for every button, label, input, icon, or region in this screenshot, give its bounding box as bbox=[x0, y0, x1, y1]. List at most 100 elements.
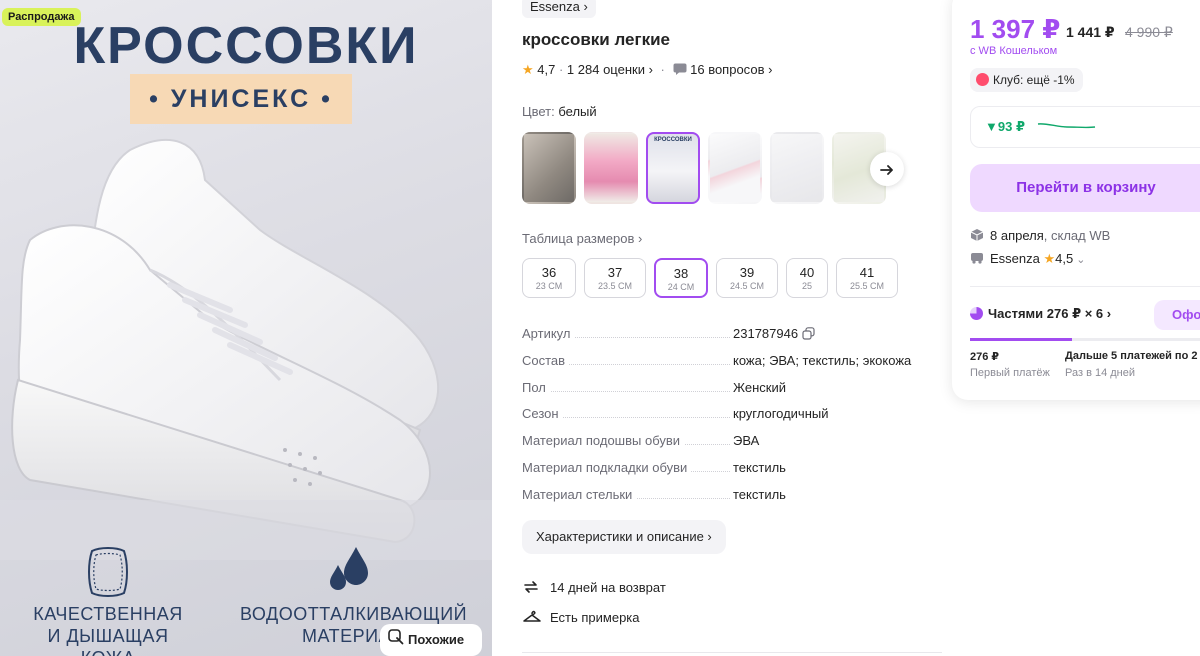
spec-value: текстиль bbox=[733, 486, 786, 502]
color-thumb-2[interactable] bbox=[584, 132, 638, 204]
spec-value: круглогодичный bbox=[733, 406, 829, 422]
size-option[interactable]: 40 25 bbox=[786, 258, 828, 298]
hero-title: КРОССОВКИ bbox=[73, 17, 419, 75]
article-number: 231787946 bbox=[733, 326, 799, 341]
size-option[interactable]: 41 25.5 СМ bbox=[836, 258, 898, 298]
next-payments-label: Раз в 14 дней bbox=[1065, 367, 1136, 379]
return-icon bbox=[522, 578, 542, 599]
size-option[interactable]: 36 23 СМ bbox=[522, 258, 576, 298]
thumbs-next-button[interactable] bbox=[870, 152, 904, 186]
color-value: белый bbox=[558, 104, 597, 119]
spec-value: ЭВА bbox=[733, 433, 760, 449]
spec-key: Материал подошвы обуви bbox=[522, 433, 685, 449]
arrow-right-icon bbox=[880, 165, 893, 175]
spec-value: кожа; ЭВА; текстиль; экокожа bbox=[733, 352, 912, 368]
spec-key: Состав bbox=[522, 352, 570, 368]
color-thumb-1[interactable] bbox=[522, 132, 576, 204]
reviews-link[interactable]: 1 284 оценки › bbox=[567, 62, 653, 77]
first-payment-label: Первый платёж bbox=[970, 367, 1050, 379]
spec-row: Материал подошвы обуви ЭВА bbox=[522, 433, 942, 460]
rating-row: ★ 4,7 · 1 284 оценки › · 16 вопросов › bbox=[522, 62, 772, 78]
questions-link[interactable]: 16 вопросов › bbox=[690, 62, 772, 77]
copy-icon[interactable] bbox=[802, 326, 815, 343]
color-thumb-5[interactable] bbox=[770, 132, 824, 204]
size-ru: 36 bbox=[541, 265, 557, 280]
seller-info[interactable]: Essenza ★4,5 ⌄ bbox=[970, 251, 1086, 267]
similar-button-label: Похожие bbox=[408, 632, 465, 647]
size-cm: 23 СМ bbox=[535, 281, 563, 291]
club-text: Клуб: ещё -1% bbox=[993, 73, 1075, 87]
size-option[interactable]: 39 24.5 СМ bbox=[716, 258, 778, 298]
installments-apply-button[interactable]: Оформить bbox=[1154, 300, 1200, 330]
club-icon bbox=[976, 73, 989, 87]
product-main-image[interactable]: Распродажа КРОССОВКИ • УНИСЕКС • КАЧЕСТВ… bbox=[0, 0, 492, 656]
next-payments-amount: Дальше 5 платежей по 2 bbox=[1065, 350, 1198, 362]
delivery-where: , склад WB bbox=[1043, 228, 1111, 243]
return-perk-text: 14 дней на возврат bbox=[550, 579, 666, 595]
size-option[interactable]: 37 23.5 СМ bbox=[584, 258, 646, 298]
installments[interactable]: Частями 276 ₽ × 6 › bbox=[970, 306, 1111, 322]
buy-card: 1 397 ₽ 1 441 ₽ 4 990 ₽ с WB Кошельком К… bbox=[952, 0, 1200, 400]
spec-key-wrap: Сезон bbox=[522, 406, 563, 422]
size-table-link[interactable]: Таблица размеров › bbox=[522, 231, 642, 246]
installments-progress bbox=[970, 338, 1200, 341]
spec-key-wrap: Материал подошвы обуви bbox=[522, 433, 685, 449]
chevron-down-icon: ⌄ bbox=[1073, 254, 1086, 266]
star-icon: ★ bbox=[522, 62, 534, 77]
divider bbox=[522, 652, 942, 653]
size-cm: 24 СМ bbox=[667, 282, 695, 292]
feature-leather-line2: И ДЫШАЩАЯ КОЖА bbox=[47, 626, 169, 656]
spec-key-wrap: Артикул bbox=[522, 326, 575, 341]
water-drops-icon bbox=[330, 547, 368, 590]
price-history[interactable]: ▼93 ₽ bbox=[970, 106, 1200, 148]
return-perk: 14 дней на возврат bbox=[522, 578, 666, 599]
thumb-caption: КРОССОВКИ bbox=[654, 137, 692, 143]
specs-table: Артикул 231787946 Состав кожа; ЭВА; текс… bbox=[522, 326, 942, 514]
color-label-key: Цвет: bbox=[522, 104, 555, 119]
hero-subtitle: • УНИСЕКС • bbox=[130, 74, 352, 124]
delivery-date: 8 апреля bbox=[990, 228, 1044, 243]
price-old: 4 990 ₽ bbox=[1125, 24, 1173, 40]
brand-link[interactable]: Essenza › bbox=[522, 0, 596, 18]
hanger-icon bbox=[522, 609, 542, 628]
delivery-info: 8 апреля, склад WB bbox=[970, 228, 1110, 245]
pie-chart-icon bbox=[970, 307, 983, 321]
price-drop: ▼93 ₽ bbox=[985, 119, 1025, 134]
spec-key: Материал подкладки обуви bbox=[522, 459, 692, 475]
question-icon bbox=[673, 62, 691, 77]
spec-row: Материал стельки текстиль bbox=[522, 486, 942, 514]
spec-key: Материал стельки bbox=[522, 486, 637, 502]
color-thumb-4[interactable] bbox=[708, 132, 762, 204]
size-cm: 25.5 СМ bbox=[850, 281, 884, 291]
size-ru: 40 bbox=[799, 265, 815, 280]
color-thumb-3-selected[interactable]: КРОССОВКИ bbox=[646, 132, 700, 204]
feature-leather: КАЧЕСТВЕННАЯ И ДЫШАЩАЯ КОЖА bbox=[18, 603, 198, 656]
separator-dot: · bbox=[660, 62, 665, 77]
club-badge[interactable]: Клуб: ещё -1% bbox=[970, 68, 1083, 92]
star-icon: ★ bbox=[1043, 251, 1056, 266]
spec-row: Пол Женский bbox=[522, 379, 942, 407]
go-to-cart-button[interactable]: Перейти в корзину bbox=[970, 164, 1200, 212]
spec-key-wrap: Материал подкладки обуви bbox=[522, 459, 692, 475]
wallet-note[interactable]: с WB Кошельком bbox=[970, 45, 1057, 57]
size-ru: 37 bbox=[607, 265, 623, 280]
spec-value-wrap: 231787946 bbox=[733, 326, 815, 343]
description-button[interactable]: Характеристики и описание › bbox=[522, 520, 726, 554]
product-info: Essenza › кроссовки легкие ★ 4,7 · 1 284… bbox=[522, 0, 942, 656]
product-title: кроссовки легкие bbox=[522, 30, 671, 49]
spec-key: Артикул bbox=[522, 326, 575, 341]
size-cm: 23.5 СМ bbox=[598, 281, 632, 291]
box-icon bbox=[970, 228, 984, 245]
installments-text: Частями 276 ₽ × 6 › bbox=[988, 306, 1112, 321]
similar-button[interactable]: Похожие bbox=[380, 624, 482, 656]
rating-value: 4,7 bbox=[537, 62, 556, 77]
spec-key: Пол bbox=[522, 379, 550, 395]
spec-key: Сезон bbox=[522, 406, 563, 422]
color-label: Цвет: белый bbox=[522, 104, 597, 119]
feature-waterproof-line1: ВОДООТТАЛКИВАЮЩИЙ bbox=[240, 604, 468, 624]
fitting-perk-text: Есть примерка bbox=[550, 609, 640, 625]
size-option-selected[interactable]: 38 24 СМ bbox=[654, 258, 708, 298]
size-ru: 41 bbox=[859, 265, 875, 280]
spec-row: Артикул 231787946 bbox=[522, 326, 942, 353]
fitting-perk: Есть примерка bbox=[522, 609, 640, 628]
